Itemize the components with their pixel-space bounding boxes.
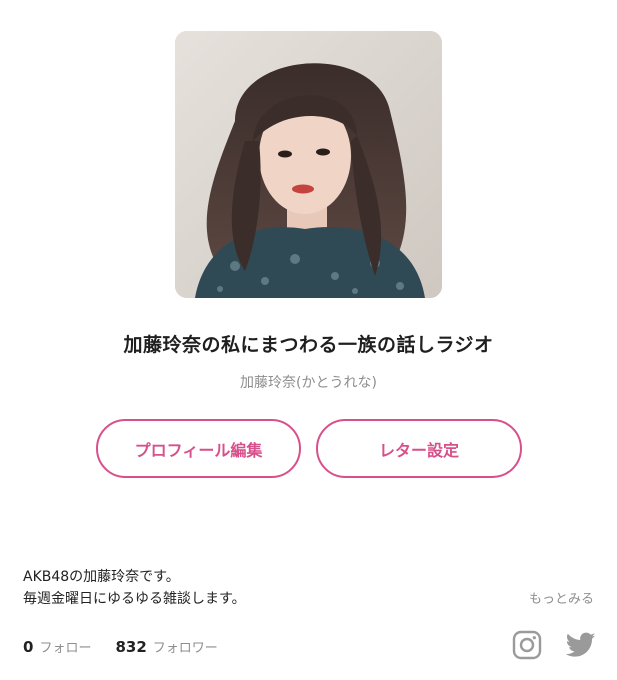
followers-label[interactable]: フォロワー [153,637,218,656]
bio-line-1: AKB48の加藤玲奈です。 [23,569,180,585]
see-more-link[interactable]: もっとみる [529,588,594,607]
avatar [175,31,442,298]
edit-profile-button[interactable]: プロフィール編集 [96,419,301,478]
bio-line-2: 毎週金曜日にゆるゆる雑談します。 [23,591,246,607]
instagram-icon[interactable] [512,630,542,660]
bio: AKB48の加藤玲奈です。 毎週金曜日にゆるゆる雑談します。 [23,566,503,610]
follow-stats: 0 フォロー 832 フォロワー [23,637,218,656]
profile-page: 加藤玲奈の私にまつわる一族の話しラジオ 加藤玲奈(かとうれな) プロフィール編集… [0,0,617,680]
user-name: 加藤玲奈(かとうれな) [240,375,377,391]
avatar-photo [175,31,442,298]
following-count[interactable]: 0 [23,638,33,656]
channel-title: 加藤玲奈の私にまつわる一族の話しラジオ [123,334,494,356]
letter-settings-button[interactable]: レター設定 [316,419,522,478]
following-label[interactable]: フォロー [39,637,91,656]
twitter-icon[interactable] [565,632,596,658]
followers-count[interactable]: 832 [115,638,146,656]
